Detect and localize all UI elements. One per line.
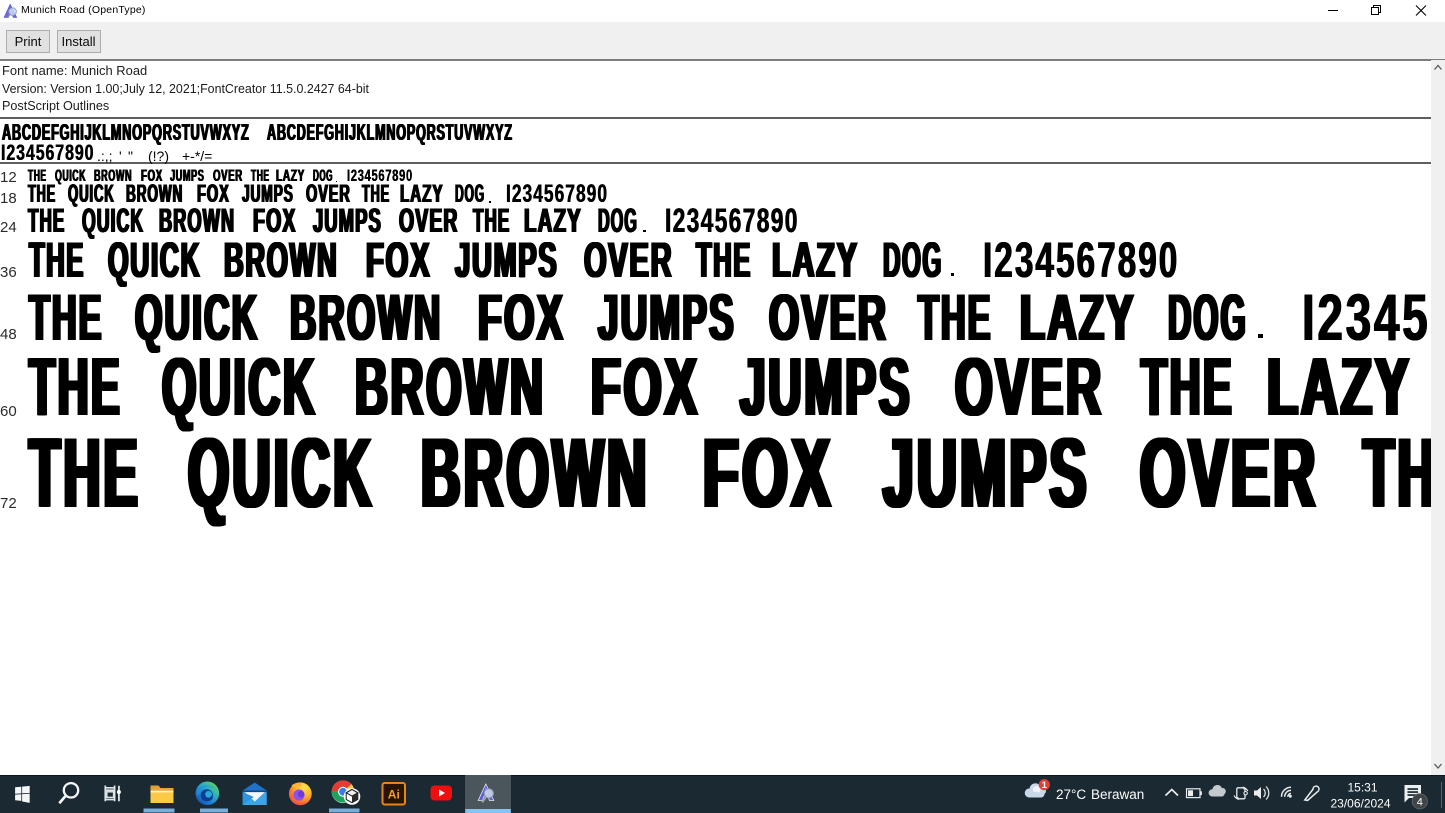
svg-text:15:31: 15:31: [1347, 781, 1377, 795]
svg-text:Berawan: Berawan: [1091, 787, 1144, 802]
svg-text:27°C: 27°C: [1056, 787, 1086, 802]
svg-text:Ai: Ai: [388, 788, 400, 802]
svg-text:1: 1: [1042, 780, 1048, 791]
svg-text:23/06/2024: 23/06/2024: [1330, 797, 1390, 811]
svg-text:4: 4: [1417, 796, 1423, 808]
